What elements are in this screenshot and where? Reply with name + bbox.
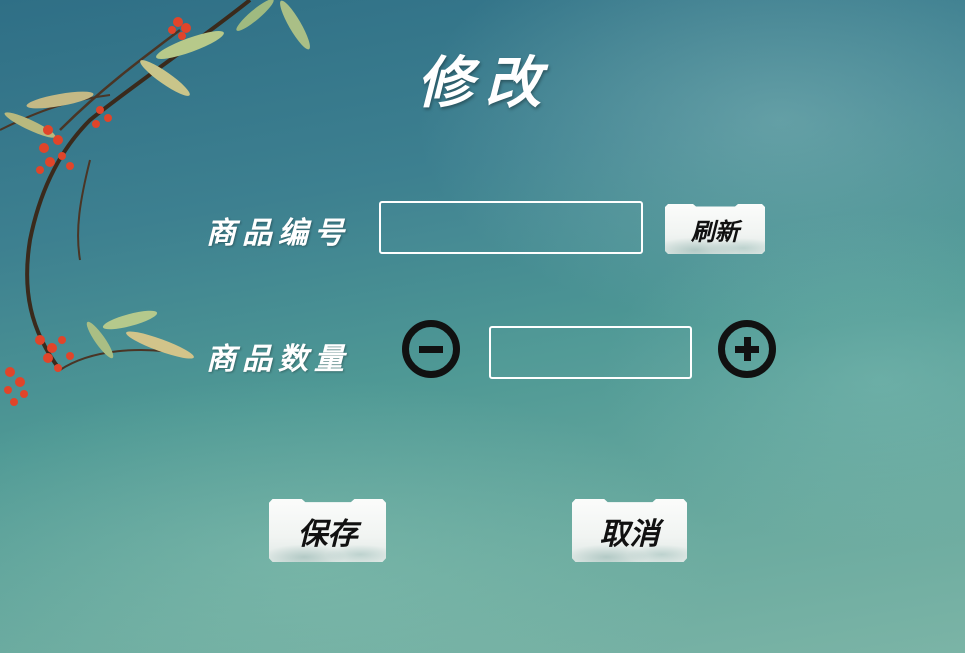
product-id-label: 商品编号 [206, 216, 350, 251]
product-id-input[interactable] [379, 201, 643, 254]
page-title: 修改 [417, 50, 553, 116]
quantity-label: 商品数量 [206, 342, 350, 377]
plus-circle-icon[interactable] [718, 320, 776, 378]
quantity-input[interactable] [489, 326, 692, 379]
minus-circle-icon[interactable] [402, 320, 460, 378]
refresh-button[interactable]: 刷新 [665, 204, 765, 254]
save-button[interactable]: 保存 [269, 499, 386, 562]
cancel-button[interactable]: 取消 [572, 499, 687, 562]
